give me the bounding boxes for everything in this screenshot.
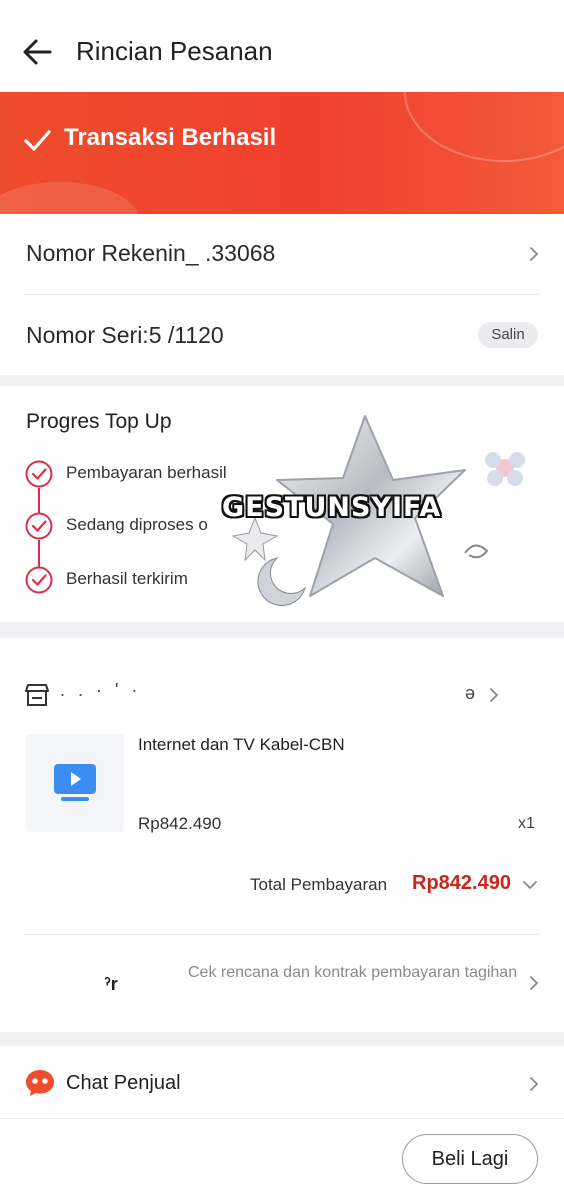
banner-decoration <box>0 182 140 214</box>
tv-play-icon <box>54 764 96 801</box>
total-value[interactable]: Rp842.490 <box>412 872 511 895</box>
store-name[interactable]: . . · ' · <box>60 680 141 701</box>
chat-seller-label: Chat Penjual <box>66 1072 181 1094</box>
product-thumbnail[interactable] <box>26 734 124 832</box>
product-quantity: x1 <box>518 815 535 832</box>
section-gap <box>0 375 564 386</box>
chevron-right-icon <box>530 1077 539 1091</box>
check-circle-icon <box>25 566 53 594</box>
product-price: Rp842.490 <box>138 814 222 833</box>
chevron-right-icon <box>530 247 539 261</box>
total-label: Total Pembayaran <box>250 875 388 894</box>
divider <box>24 934 540 935</box>
progress-connector <box>38 540 40 567</box>
check-circle-icon <box>25 460 53 488</box>
page-title: Rincian Pesanan <box>76 36 273 66</box>
progress-step-label: Berhasil terkirim <box>66 569 188 588</box>
store-icon <box>25 684 49 706</box>
arrow-left-icon[interactable] <box>20 34 56 70</box>
chevron-down-icon[interactable] <box>523 878 537 892</box>
status-banner: Transaksi Berhasil <box>0 92 564 214</box>
chat-bubble-icon <box>26 1070 54 1096</box>
account-number-row[interactable]: Nomor Rekenin_ .33068 <box>0 214 564 294</box>
transaction-status: Transaksi Berhasil <box>64 124 277 151</box>
chevron-right-icon[interactable] <box>527 976 541 990</box>
check-icon <box>24 130 51 151</box>
app-header: Rincian Pesanan <box>0 0 564 92</box>
chevron-right-icon[interactable] <box>487 688 501 702</box>
payment-plan-link[interactable]: Cek rencana dan kontrak pembayaran tagih… <box>188 962 524 984</box>
copy-button[interactable]: Salin <box>478 322 538 348</box>
check-circle-icon <box>25 512 53 540</box>
account-number-label: Nomor Rekenin_ .33068 <box>26 240 276 266</box>
watermark-text: GESTUNSYIFA <box>222 492 442 523</box>
progress-step-label: Sedang diproses o <box>66 515 208 534</box>
progress-step-label: Pembayaran berhasil <box>66 463 227 482</box>
section-gap <box>0 1032 564 1046</box>
plan-logo: ˀr <box>104 974 118 994</box>
serial-number-label: Nomor Seri:5 /1120 <box>26 322 224 348</box>
banner-decoration <box>404 92 564 162</box>
buy-again-button[interactable]: Beli Lagi <box>402 1134 538 1184</box>
product-name: Internet dan TV Kabel-CBN <box>138 735 345 754</box>
section-gap <box>0 622 564 638</box>
store-name-suffix: ə <box>465 683 476 703</box>
progress-title: Progres Top Up <box>26 410 172 433</box>
